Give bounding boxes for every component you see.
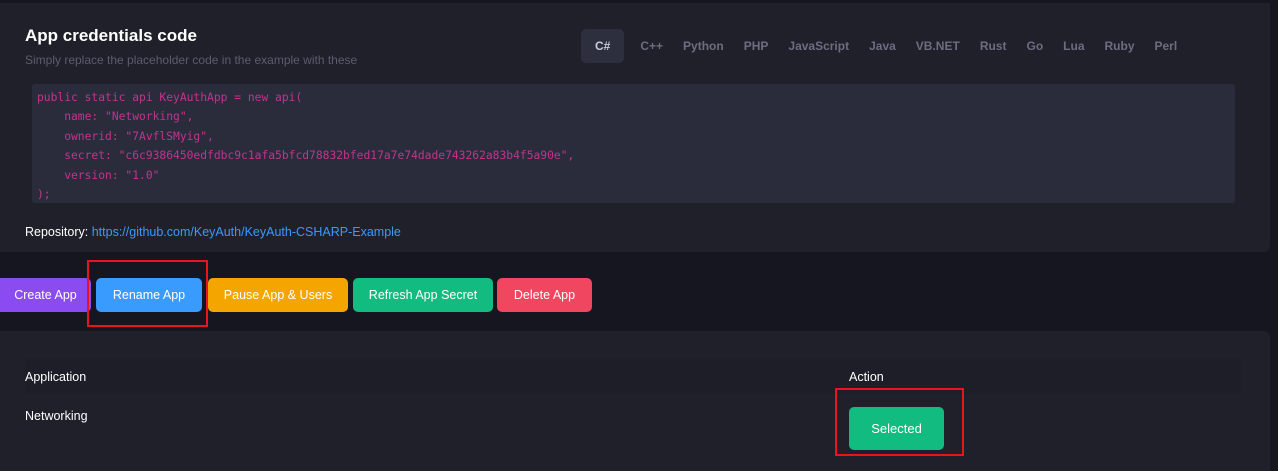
tab-vbnet[interactable]: VB.NET [906, 29, 970, 63]
column-header-application: Application [25, 370, 87, 384]
pause-app-button[interactable]: Pause App & Users [208, 278, 348, 312]
code-block: public static api KeyAuthApp = new api( … [32, 84, 1235, 203]
tab-ruby[interactable]: Ruby [1095, 29, 1145, 63]
code-line: public static api KeyAuthApp = new api( [37, 91, 303, 104]
tab-java[interactable]: Java [859, 29, 906, 63]
create-app-button[interactable]: Create App [0, 278, 91, 312]
rename-app-button[interactable]: Rename App [96, 278, 202, 312]
refresh-app-secret-button[interactable]: Refresh App Secret [353, 278, 493, 312]
repository-link[interactable]: https://github.com/KeyAuth/KeyAuth-CSHAR… [92, 225, 401, 239]
code-line: name: "Networking", [37, 110, 194, 124]
code-line: ownerid: "7AvflSMyig", [37, 129, 214, 143]
tab-cpp[interactable]: C++ [630, 29, 673, 63]
tab-perl[interactable]: Perl [1145, 29, 1188, 63]
repository-row: Repository: https://github.com/KeyAuth/K… [25, 225, 401, 239]
tab-csharp[interactable]: C# [581, 29, 625, 63]
language-tabs: C# C++ Python PHP JavaScript Java VB.NET… [581, 29, 1187, 63]
applications-card [0, 331, 1270, 471]
application-name-cell: Networking [25, 409, 88, 423]
tab-python[interactable]: Python [673, 29, 734, 63]
selected-button[interactable]: Selected [849, 407, 944, 450]
tab-php[interactable]: PHP [734, 29, 779, 63]
tab-rust[interactable]: Rust [970, 29, 1017, 63]
code-line: version: "1.0" [37, 168, 160, 182]
tab-lua[interactable]: Lua [1053, 29, 1094, 63]
page-title: App credentials code [25, 26, 197, 45]
delete-app-button[interactable]: Delete App [497, 278, 592, 312]
code-line: secret: "c6c9386450edfdbc9c1afa5bfcd7883… [37, 149, 575, 163]
page-subtitle: Simply replace the placeholder code in t… [25, 53, 358, 67]
table-header-row [25, 358, 1242, 394]
code-line: ); [37, 188, 51, 202]
tab-javascript[interactable]: JavaScript [778, 29, 859, 63]
column-header-action: Action [849, 370, 884, 384]
tab-go[interactable]: Go [1016, 29, 1053, 63]
repository-label: Repository: [25, 225, 89, 239]
